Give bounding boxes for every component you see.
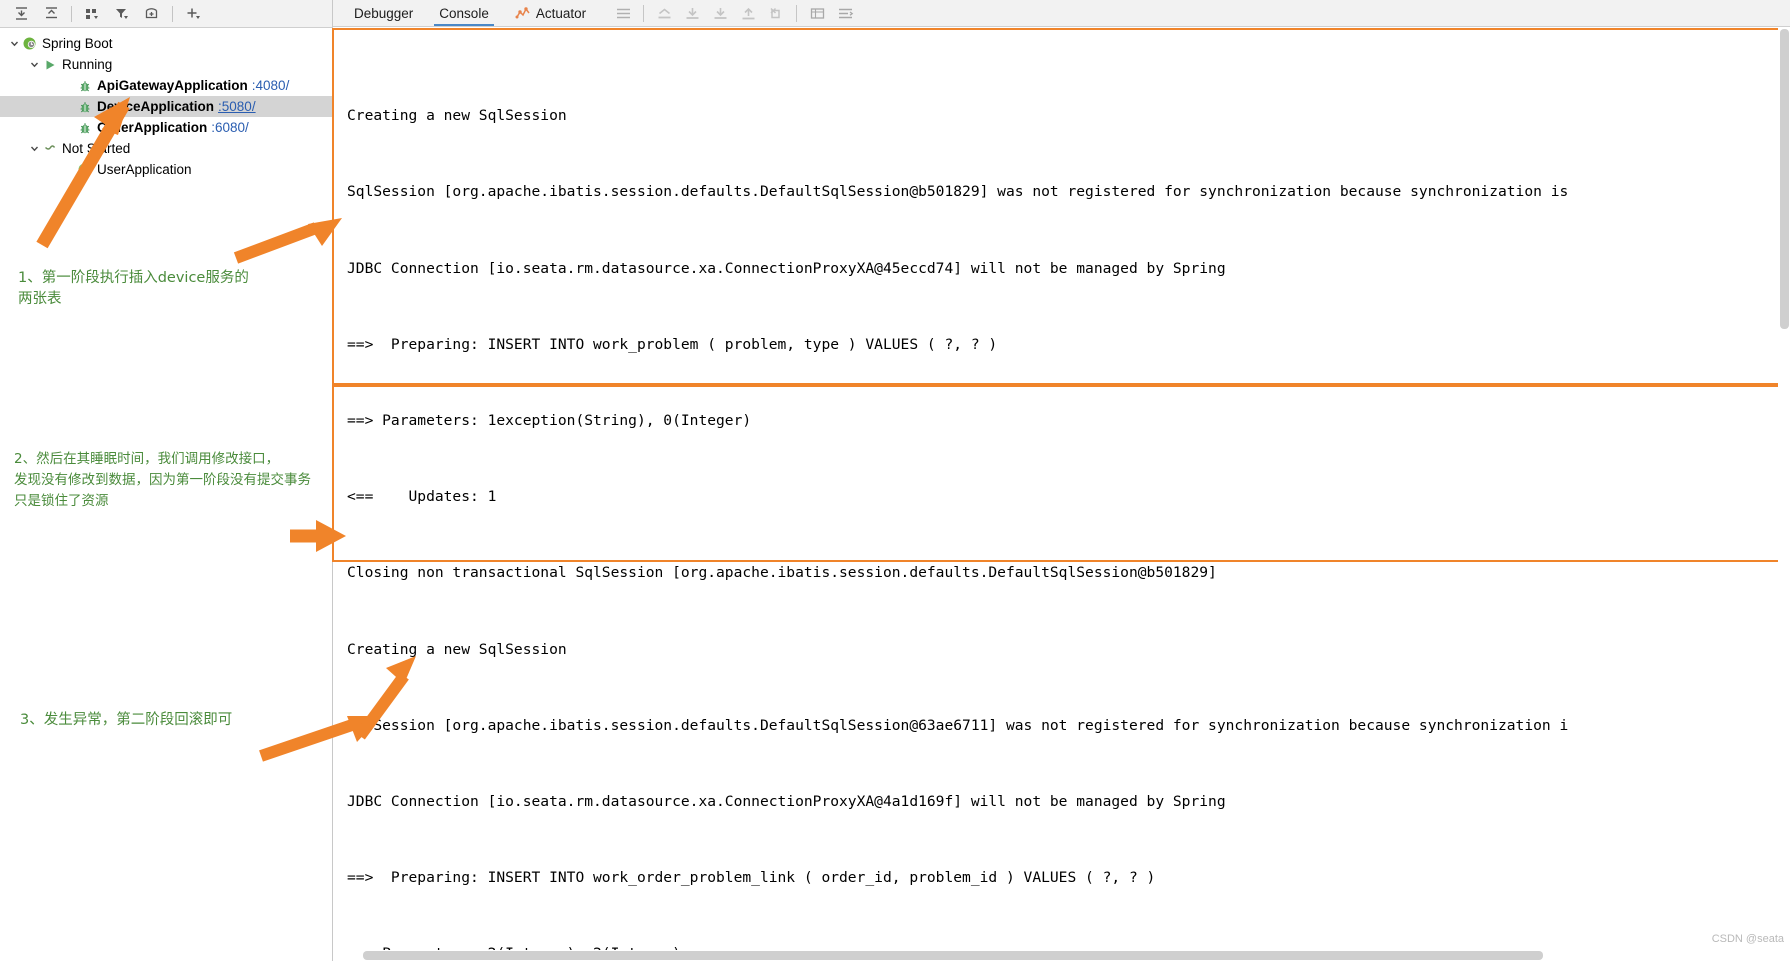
- tree-node-spring-boot[interactable]: Spring Boot: [0, 33, 332, 54]
- console-line: JDBC Connection [io.seata.rm.datasource.…: [347, 793, 1226, 811]
- console-tabbar: Debugger Console Actuator: [333, 0, 1790, 27]
- tree-node-running[interactable]: Running: [0, 54, 332, 75]
- tree-node-port-link[interactable]: :6080/: [211, 120, 249, 135]
- toolbar-divider-4: [796, 4, 798, 22]
- tab-actuator[interactable]: Actuator: [502, 0, 599, 26]
- scrollbar-thumb[interactable]: [363, 951, 1543, 960]
- tree-node-port-link[interactable]: :5080/: [218, 99, 256, 114]
- spring-boot-icon: [76, 162, 93, 178]
- group-by-icon[interactable]: [77, 2, 107, 26]
- menu-lines-icon[interactable]: [609, 1, 637, 25]
- toolbar-divider: [71, 5, 72, 22]
- force-step-into-icon[interactable]: [706, 1, 734, 25]
- tree-node-label: Not Started: [62, 141, 131, 156]
- expand-all-icon[interactable]: [6, 2, 36, 26]
- console-vertical-scrollbar[interactable]: [1778, 27, 1790, 961]
- filter-icon[interactable]: [107, 2, 137, 26]
- annotation-1-text: 1、第一阶段执行插入device服务的 两张表: [18, 270, 249, 307]
- console-line: Closing non transactional SqlSession [or…: [347, 564, 1217, 582]
- tab-label: Debugger: [354, 5, 414, 21]
- console-line: JDBC Connection [io.seata.rm.datasource.…: [347, 259, 1226, 277]
- tab-debugger[interactable]: Debugger: [341, 0, 426, 26]
- console-line: SqlSession [org.apache.ibatis.session.de…: [347, 183, 1569, 201]
- run-to-cursor-icon[interactable]: [762, 1, 790, 25]
- console-line: ==> Preparing: INSERT INTO work_order_pr…: [347, 869, 1156, 887]
- console-output[interactable]: Creating a new SqlSession SqlSession [or…: [333, 27, 1790, 961]
- step-into-icon[interactable]: [678, 1, 706, 25]
- soft-wrap-icon[interactable]: [831, 1, 859, 25]
- tree-node-label: Spring Boot: [42, 36, 113, 51]
- chevron-down-icon[interactable]: [8, 37, 21, 50]
- tree-node-label: Running: [62, 57, 113, 72]
- collapse-all-icon[interactable]: [36, 2, 66, 26]
- console-line: ==> Parameters: 1exception(String), 0(In…: [347, 412, 752, 430]
- annotation-2-text: 2、然后在其睡眠时间，我们调用修改接口， 发现没有修改到数据，因为第一阶段没有提…: [14, 451, 311, 509]
- plus-icon[interactable]: [178, 2, 208, 26]
- tab-label: Actuator: [535, 5, 587, 21]
- debug-bug-icon: [76, 99, 93, 115]
- tree-node-not-started[interactable]: Not Started: [0, 138, 332, 159]
- toolbar-divider-2: [172, 5, 173, 22]
- spring-boot-icon: [21, 36, 38, 52]
- tree-node-label: UserApplication: [97, 162, 192, 177]
- tab-console[interactable]: Console: [426, 0, 502, 26]
- evaluate-table-icon[interactable]: [803, 1, 831, 25]
- console-panel: Debugger Console Actuator Creating a new…: [332, 0, 1790, 961]
- toolbar-divider-3: [643, 4, 645, 22]
- tab-label: Console: [439, 5, 489, 21]
- console-line: Creating a new SqlSession: [347, 640, 567, 658]
- tree-node-userapplication[interactable]: UserApplication: [0, 159, 332, 180]
- services-panel: Spring Boot Running ApiGatewayApplicatio…: [0, 0, 333, 961]
- tree-node-label: OrderApplication: [97, 120, 208, 135]
- console-line: <== Updates: 1: [347, 488, 497, 506]
- not-started-icon: [41, 141, 58, 157]
- step-up-icon[interactable]: [734, 1, 762, 25]
- annotation-3-text: 3、发生异常，第二阶段回滚即可: [20, 712, 233, 728]
- add-tab-icon[interactable]: [137, 2, 167, 26]
- console-horizontal-scrollbar[interactable]: [333, 950, 1778, 961]
- tree-node-deviceapplication[interactable]: DeviceApplication :5080/: [0, 96, 332, 117]
- watermark: CSDN @seata: [1711, 933, 1784, 945]
- step-out-icon[interactable]: [650, 1, 678, 25]
- tree-node-label: DeviceApplication: [97, 99, 215, 114]
- console-line: Creating a new SqlSession: [347, 107, 567, 125]
- tree-node-apigatewayapplication[interactable]: ApiGatewayApplication :4080/: [0, 75, 332, 96]
- tree-node-orderapplication[interactable]: OrderApplication :6080/: [0, 117, 332, 138]
- console-line: SqlSession [org.apache.ibatis.session.de…: [347, 716, 1569, 734]
- chevron-down-icon[interactable]: [28, 142, 41, 155]
- tree-node-label: ApiGatewayApplication: [97, 78, 248, 93]
- services-toolbar: [0, 0, 332, 28]
- debug-bug-icon: [76, 78, 93, 94]
- debug-bug-icon: [76, 120, 93, 136]
- run-icon: [41, 57, 58, 73]
- tree-node-port-link[interactable]: :4080/: [252, 78, 290, 93]
- scrollbar-thumb[interactable]: [1780, 29, 1789, 329]
- actuator-chart-icon: [515, 6, 531, 21]
- chevron-down-icon[interactable]: [28, 58, 41, 71]
- services-tree[interactable]: Spring Boot Running ApiGatewayApplicatio…: [0, 28, 332, 180]
- console-line: ==> Preparing: INSERT INTO work_problem …: [347, 335, 998, 353]
